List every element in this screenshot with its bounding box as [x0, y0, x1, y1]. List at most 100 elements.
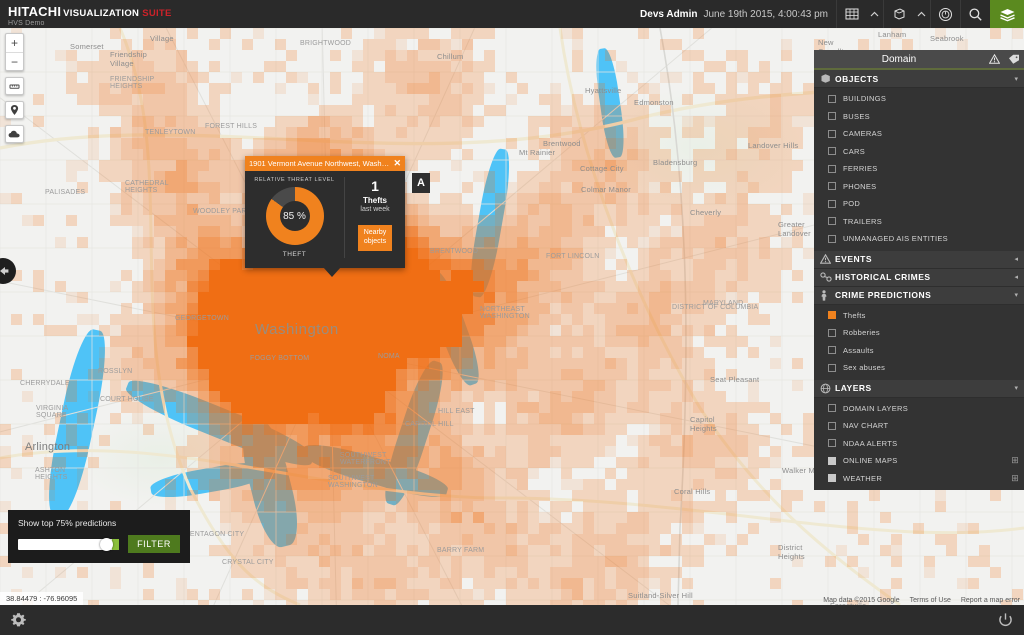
checkbox[interactable] — [828, 364, 836, 372]
incident-kind: Thefts — [363, 196, 387, 205]
checkbox[interactable] — [828, 404, 836, 412]
checkbox[interactable] — [828, 200, 836, 208]
checkbox[interactable] — [828, 311, 836, 319]
list-item[interactable]: FERRIES — [814, 160, 1024, 178]
section-header-layers[interactable]: LAYERS▾ — [814, 380, 1024, 398]
list-item[interactable]: NAV CHART — [814, 417, 1024, 435]
checkbox[interactable] — [828, 422, 836, 430]
person-icon — [820, 290, 835, 301]
list-item[interactable]: BUSES — [814, 108, 1024, 126]
list-item[interactable]: PHONES — [814, 178, 1024, 196]
list-item[interactable]: CAMERAS — [814, 125, 1024, 143]
checkbox[interactable] — [828, 165, 836, 173]
power-icon[interactable] — [997, 612, 1014, 629]
map-label: Bladensburg — [653, 158, 697, 167]
chevron-up-icon-1[interactable] — [866, 0, 883, 28]
map-label: PALISADES — [45, 189, 85, 196]
section-toggle-arrow[interactable]: ▾ — [1014, 384, 1018, 392]
threat-level-label: RELATIVE THREAT LEVEL — [254, 177, 334, 183]
map-label: Lanham — [878, 30, 906, 39]
map-label: Greater Landover — [778, 220, 811, 238]
list-item[interactable]: WEATHER⊞ — [814, 470, 1024, 488]
close-icon[interactable]: ✕ — [390, 158, 401, 169]
checkbox[interactable] — [828, 235, 836, 243]
map-label: NORTHEAST WASHINGTON — [480, 306, 530, 320]
tag-icon[interactable] — [1004, 54, 1024, 65]
map-label: GEORGETOWN — [175, 315, 229, 322]
search-icon[interactable] — [960, 0, 990, 28]
map-pin-icon[interactable] — [5, 101, 24, 119]
checkbox[interactable] — [828, 439, 836, 447]
checkbox[interactable] — [828, 217, 836, 225]
filter-button[interactable]: FILTER — [128, 535, 180, 553]
layers-icon[interactable] — [990, 0, 1024, 28]
list-item-label: PHONES — [843, 182, 1024, 191]
popup-pointer — [323, 267, 341, 277]
checkbox[interactable] — [828, 147, 836, 155]
section-title: CRIME PREDICTIONS — [835, 290, 1014, 300]
list-item[interactable]: DOMAIN LAYERS — [814, 400, 1024, 418]
map-controls: + − — [5, 33, 24, 149]
map-label: ROSSLYN — [98, 368, 132, 375]
section-toggle-arrow[interactable]: ▾ — [1014, 291, 1018, 299]
map-label: TENLEYTOWN — [145, 129, 196, 136]
list-item[interactable]: POD — [814, 195, 1024, 213]
crime-detail-popup[interactable]: 1901 Vermont Avenue Northwest, Washingt.… — [245, 156, 405, 268]
checkbox[interactable] — [828, 329, 836, 337]
list-item[interactable]: Robberies — [814, 324, 1024, 342]
checkbox[interactable] — [828, 474, 836, 482]
brand-suite: SUITE — [142, 8, 171, 19]
checkbox[interactable] — [828, 182, 836, 190]
section-items: DOMAIN LAYERSNAV CHARTNDAA ALERTSONLINE … — [814, 398, 1024, 491]
list-item[interactable]: Thefts — [814, 307, 1024, 325]
chevron-up-icon-2[interactable] — [913, 0, 930, 28]
checkbox[interactable] — [828, 95, 836, 103]
gear-icon[interactable] — [10, 612, 27, 629]
list-item[interactable]: NDAA ALERTS — [814, 435, 1024, 453]
list-item[interactable]: BUILDINGS — [814, 90, 1024, 108]
list-item-label: UNMANAGED AIS ENTITIES — [843, 234, 1024, 243]
section-toggle-arrow[interactable]: ▾ — [1014, 75, 1018, 83]
attribution-item[interactable]: Map data ©2015 Google — [823, 597, 899, 604]
add-layer-icon[interactable]: ⊞ — [1006, 455, 1024, 466]
map-label: Coral Hills — [674, 487, 710, 496]
user-info[interactable]: Devs Admin June 19th 2015, 4:00:43 pm — [636, 0, 836, 28]
zoom-in-button[interactable]: + — [6, 34, 23, 52]
cloud-icon[interactable] — [5, 125, 24, 143]
zoom-control-group: + − — [5, 33, 24, 71]
alert-triangle-icon[interactable] — [984, 54, 1004, 64]
map-label: ASHTON HEIGHTS — [35, 467, 68, 481]
section-header-historical-crimes[interactable]: HISTORICAL CRIMES◂ — [814, 269, 1024, 287]
list-item[interactable]: TRAILERS — [814, 213, 1024, 231]
map-marker-a[interactable]: A — [412, 173, 430, 193]
list-item[interactable]: ONLINE MAPS⊞ — [814, 452, 1024, 470]
map-label: Somerset — [70, 42, 104, 51]
grid-table-icon[interactable] — [836, 0, 866, 28]
list-item[interactable]: Sex abuses — [814, 359, 1024, 377]
prediction-threshold-slider[interactable] — [18, 539, 119, 550]
checkbox[interactable] — [828, 346, 836, 354]
add-layer-icon[interactable]: ⊞ — [1006, 473, 1024, 484]
list-item[interactable]: Assaults — [814, 342, 1024, 360]
map-label: Washington — [255, 321, 339, 338]
slider-handle[interactable] — [100, 538, 113, 551]
list-item[interactable]: UNMANAGED AIS ENTITIES — [814, 230, 1024, 248]
zoom-out-button[interactable]: − — [6, 52, 23, 70]
section-toggle-arrow[interactable]: ◂ — [1014, 255, 1018, 263]
checkbox[interactable] — [828, 457, 836, 465]
map-label: Cottage City — [580, 164, 624, 173]
ruler-icon[interactable] — [5, 77, 24, 95]
cube-icon[interactable] — [883, 0, 913, 28]
attribution-item[interactable]: Report a map error — [961, 597, 1020, 604]
section-header-events[interactable]: EVENTS◂ — [814, 251, 1024, 269]
checkbox[interactable] — [828, 112, 836, 120]
list-item[interactable]: CARS — [814, 143, 1024, 161]
section-header-crime-predictions[interactable]: CRIME PREDICTIONS▾ — [814, 287, 1024, 305]
attribution-item[interactable]: Terms of Use — [910, 597, 951, 604]
section-toggle-arrow[interactable]: ◂ — [1014, 273, 1018, 281]
checkbox[interactable] — [828, 130, 836, 138]
section-header-objects[interactable]: OBJECTS▾ — [814, 70, 1024, 88]
nearby-objects-button[interactable]: Nearby objects — [358, 225, 393, 251]
clock-icon[interactable] — [930, 0, 960, 28]
map-label: CATHEDRAL HEIGHTS — [125, 180, 169, 194]
